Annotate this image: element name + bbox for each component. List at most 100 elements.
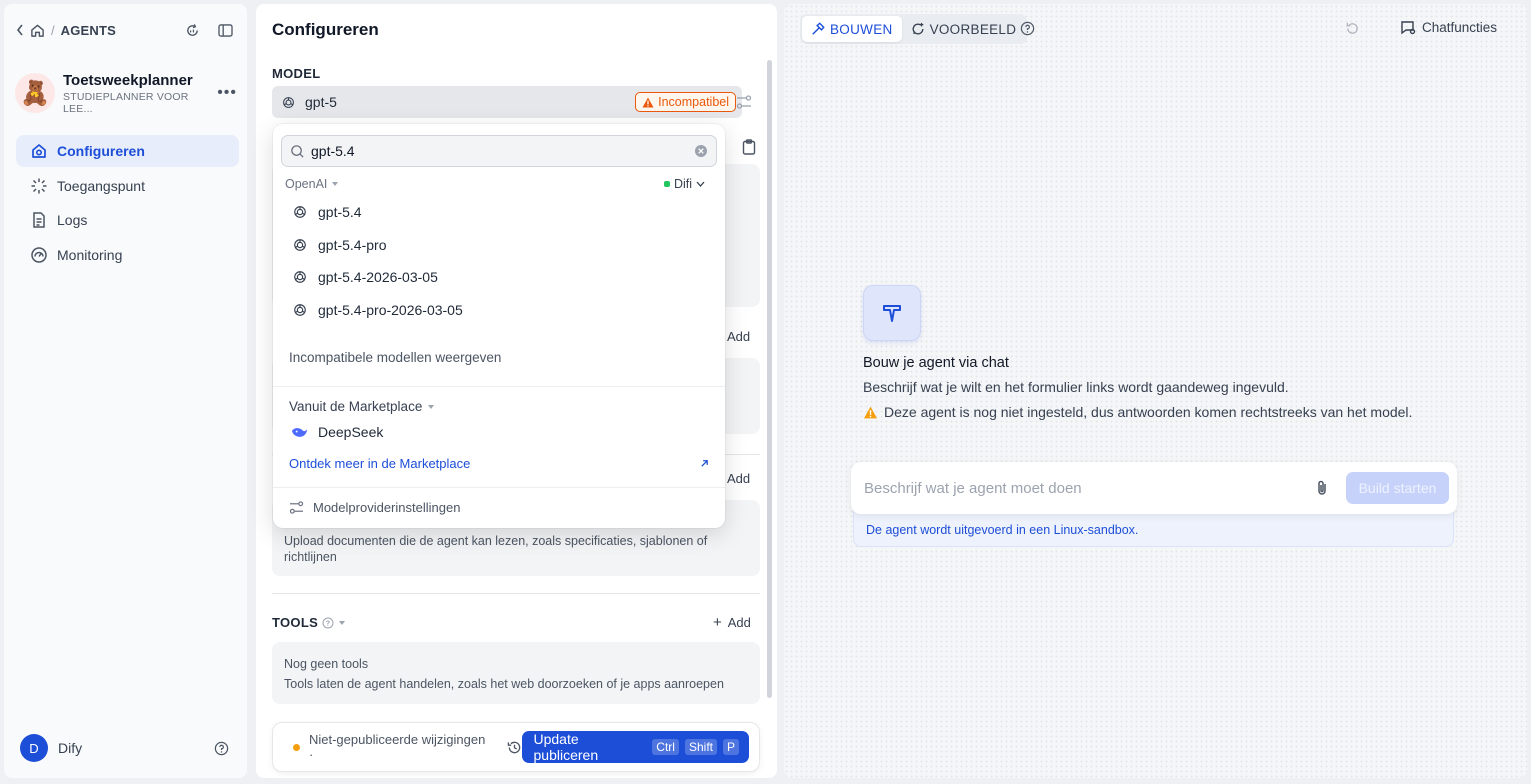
sidebar-item-toegangspunt[interactable]: Toegangspunt bbox=[16, 170, 239, 202]
monitoring-icon bbox=[30, 246, 48, 264]
help-icon[interactable] bbox=[1020, 21, 1035, 36]
configure-icon bbox=[30, 142, 48, 160]
provider-name[interactable]: OpenAI bbox=[285, 177, 327, 191]
sidebar-item-logs[interactable]: Logs bbox=[16, 204, 239, 236]
app-name: Toetsweekplanner bbox=[63, 71, 193, 89]
publish-bar: Niet-gepubliceerde wijzigingen · Update … bbox=[272, 722, 760, 772]
reset-icon[interactable] bbox=[1345, 21, 1360, 36]
empty-state-title: Bouw je agent via chat bbox=[863, 355, 1009, 371]
status-dot bbox=[663, 181, 670, 187]
sidebar: / AGENTS 🧸 Toetsweekplanner STUDIEPLANNE… bbox=[4, 4, 247, 778]
help-icon[interactable] bbox=[214, 741, 229, 756]
model-selector[interactable]: gpt-5 Incompatibel bbox=[272, 86, 742, 118]
access-point-icon bbox=[30, 177, 48, 195]
app-avatar: 🧸 bbox=[15, 73, 55, 113]
model-list: gpt-5.4 gpt-5.4-pro gpt-5.4-2026-03-05 g… bbox=[281, 196, 717, 326]
arrow-up-right-icon bbox=[700, 459, 709, 468]
openai-icon bbox=[282, 96, 295, 109]
divider bbox=[273, 386, 725, 387]
user-footer: D Dify bbox=[20, 734, 229, 762]
breadcrumb-agents[interactable]: AGENTS bbox=[61, 23, 116, 38]
caret-down-icon bbox=[428, 404, 435, 409]
warning-icon bbox=[642, 97, 654, 108]
info-icon[interactable]: ? bbox=[322, 617, 334, 629]
search-input[interactable] bbox=[311, 143, 688, 159]
model-dropdown: OpenAI Difi gpt-5.4 gpt-5.4-pro gpt-5.4-… bbox=[273, 124, 725, 528]
shortcut-key: Shift bbox=[684, 739, 717, 755]
tab-voorbeeld[interactable]: VOORBEELD bbox=[902, 16, 1026, 42]
model-settings-icon[interactable] bbox=[736, 95, 752, 109]
model-option[interactable]: gpt-5.4-pro-2026-03-05 bbox=[281, 294, 717, 327]
unpublished-indicator bbox=[293, 743, 300, 751]
sidebar-item-label: Toegangspunt bbox=[57, 177, 145, 194]
marketplace-header[interactable]: Vanuit de Marketplace bbox=[289, 399, 435, 414]
more-options-icon[interactable]: ••• bbox=[217, 84, 237, 102]
sidebar-topbar: / AGENTS bbox=[16, 20, 233, 40]
publish-button[interactable]: Update publiceren Ctrl Shift P bbox=[521, 731, 749, 763]
tools-empty-state: Nog geen tools Tools laten de agent hand… bbox=[272, 642, 760, 704]
clear-search-icon[interactable] bbox=[694, 144, 708, 158]
breadcrumb-separator: / bbox=[51, 22, 55, 38]
chevron-down-icon bbox=[696, 181, 705, 187]
marketplace-item-deepseek[interactable]: DeepSeek bbox=[291, 424, 383, 440]
caret-down-icon[interactable] bbox=[338, 620, 346, 626]
knowledge-help-text: Upload documenten die de agent kan lezen… bbox=[284, 534, 708, 564]
provider-settings-link[interactable]: Modelproviderinstellingen bbox=[289, 500, 460, 515]
provider-source[interactable]: Difi bbox=[663, 177, 705, 191]
sidebar-item-label: Monitoring bbox=[57, 246, 123, 263]
chevron-left-icon[interactable] bbox=[16, 24, 24, 36]
sidebar-item-label: Configureren bbox=[57, 143, 145, 159]
add-tool-button[interactable]: + Add bbox=[713, 614, 751, 631]
home-icon[interactable] bbox=[30, 23, 45, 38]
add-button-2[interactable]: Add bbox=[727, 471, 750, 486]
sidebar-nav: Configureren Toegangspunt Logs Monitorin… bbox=[16, 135, 239, 273]
caret-down-icon[interactable] bbox=[331, 181, 339, 187]
marketplace-link[interactable]: Ontdek meer in de Marketplace bbox=[289, 456, 709, 471]
scrollbar[interactable] bbox=[767, 60, 772, 698]
search-icon bbox=[290, 144, 305, 159]
sidebar-item-configureren[interactable]: Configureren bbox=[16, 135, 239, 167]
history-icon[interactable] bbox=[507, 740, 522, 755]
model-section-label: MODEL bbox=[272, 66, 321, 81]
refresh-chat-icon[interactable] bbox=[185, 23, 200, 38]
divider bbox=[273, 487, 725, 488]
model-option[interactable]: gpt-5.4-2026-03-05 bbox=[281, 261, 717, 294]
model-option[interactable]: gpt-5.4-pro bbox=[281, 229, 717, 262]
tools-empty-title: Nog geen tools bbox=[284, 657, 369, 671]
sidebar-item-label: Logs bbox=[57, 212, 88, 228]
shortcut-key: Ctrl bbox=[652, 739, 679, 755]
preview-panel: BOUWEN VOORBEELD Chatfuncties Bouw je ag… bbox=[784, 4, 1527, 778]
workspace-name[interactable]: Dify bbox=[58, 740, 82, 756]
provider-row: OpenAI Difi bbox=[285, 177, 705, 191]
clipboard-icon[interactable] bbox=[742, 139, 756, 155]
build-agent-icon bbox=[863, 285, 921, 341]
tab-bouwen[interactable]: BOUWEN bbox=[802, 16, 902, 42]
tools-section-label: TOOLS ? bbox=[272, 615, 346, 630]
hammer-icon bbox=[811, 22, 825, 36]
attachment-icon[interactable] bbox=[1314, 479, 1330, 497]
model-search[interactable] bbox=[281, 135, 717, 167]
preview-chat-icon bbox=[911, 22, 925, 36]
agent-prompt-input[interactable] bbox=[864, 479, 1314, 497]
app-header: 🧸 Toetsweekplanner STUDIEPLANNER VOOR LE… bbox=[15, 70, 237, 116]
agent-prompt-box: Build starten bbox=[851, 462, 1457, 514]
current-model-name: gpt-5 bbox=[305, 94, 337, 110]
warning-icon bbox=[863, 402, 878, 423]
logs-icon bbox=[30, 211, 48, 229]
page-title: Configureren bbox=[272, 20, 379, 39]
panel-toggle-icon[interactable] bbox=[218, 23, 233, 38]
model-option[interactable]: gpt-5.4 bbox=[281, 196, 717, 229]
unpublished-text: Niet-gepubliceerde wijzigingen · bbox=[308, 732, 486, 762]
chat-features-button[interactable]: Chatfuncties bbox=[1400, 20, 1497, 35]
sidebar-item-monitoring[interactable]: Monitoring bbox=[16, 239, 239, 271]
incompatible-badge: Incompatibel bbox=[635, 92, 736, 112]
deepseek-icon bbox=[291, 425, 308, 439]
user-avatar[interactable]: D bbox=[20, 734, 48, 762]
build-start-button[interactable]: Build starten bbox=[1346, 472, 1449, 504]
add-button-1[interactable]: Add bbox=[727, 329, 750, 344]
openai-icon bbox=[293, 270, 307, 284]
shortcut-key: P bbox=[722, 739, 739, 755]
mode-switch: BOUWEN VOORBEELD bbox=[800, 14, 1028, 44]
show-incompatible-toggle[interactable]: Incompatibele modellen weergeven bbox=[289, 350, 501, 365]
empty-state-description: Beschrijf wat je wilt en het formulier l… bbox=[863, 379, 1289, 395]
